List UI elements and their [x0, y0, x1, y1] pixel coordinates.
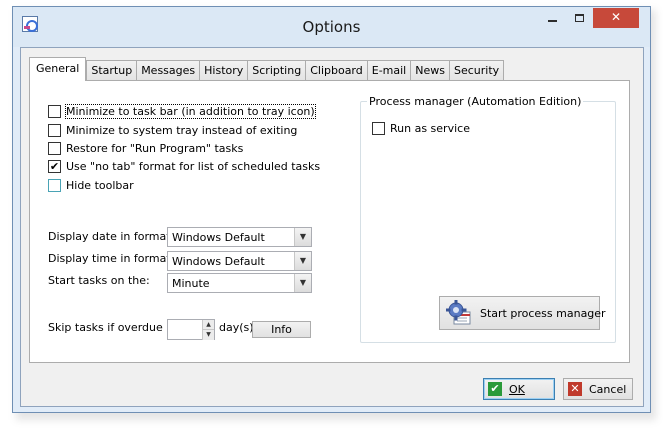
check-icon: ✔	[488, 382, 502, 396]
restore-run-program-option[interactable]: Restore for "Run Program" tasks	[48, 140, 243, 156]
ok-label: OK	[509, 383, 525, 396]
general-panel: Minimize to task bar (in addition to tra…	[29, 80, 630, 363]
date-format-value: Windows Default	[172, 231, 265, 244]
tab-email[interactable]: E-mail	[366, 60, 411, 81]
ok-button[interactable]: ✔ OK	[483, 378, 555, 400]
gear-icon	[446, 300, 471, 325]
start-tasks-select[interactable]: Minute ▼	[167, 273, 312, 293]
start-process-manager-button[interactable]: Start process manager	[439, 296, 606, 330]
options-window: Options ✕ General Startup Messages Histo…	[12, 6, 651, 413]
hide-toolbar-label: Hide toolbar	[66, 178, 134, 192]
process-manager-group: Process manager (Automation Edition) Run…	[360, 95, 616, 343]
tab-clipboard[interactable]: Clipboard	[305, 60, 367, 81]
tab-startup[interactable]: Startup	[86, 60, 137, 81]
hide-toolbar-checkbox[interactable]	[48, 178, 61, 192]
start-process-manager-label: Start process manager	[480, 307, 606, 320]
cancel-label: Cancel	[589, 383, 627, 396]
minimize-to-tray-label: Minimize to system tray instead of exiti…	[66, 123, 298, 137]
skip-overdue-unit: day(s)	[219, 321, 254, 334]
tab-history[interactable]: History	[199, 60, 248, 81]
maximize-icon	[575, 13, 584, 22]
no-tab-format-label: Use "no tab" format for list of schedule…	[66, 159, 321, 173]
dialog-client: General Startup Messages History Scripti…	[20, 47, 644, 407]
time-format-label: Display time in format:	[48, 252, 175, 265]
date-format-label: Display date in format:	[48, 230, 175, 243]
minimize-button[interactable]	[539, 8, 566, 28]
chevron-down-icon[interactable]: ▼	[294, 274, 311, 292]
time-format-value: Windows Default	[172, 255, 265, 268]
tab-security[interactable]: Security	[448, 60, 505, 81]
minimize-to-tray-option[interactable]: Minimize to system tray instead of exiti…	[48, 122, 297, 138]
run-as-service-checkbox[interactable]	[372, 121, 385, 135]
title-bar[interactable]: Options ✕	[13, 7, 650, 47]
info-button[interactable]: Info	[252, 321, 311, 338]
tab-messages[interactable]: Messages	[136, 60, 200, 81]
restore-run-program-label: Restore for "Run Program" tasks	[66, 141, 244, 155]
no-tab-format-checkbox[interactable]	[48, 159, 61, 173]
spin-up-icon[interactable]: ▲	[202, 320, 214, 330]
tab-scripting[interactable]: Scripting	[247, 60, 306, 81]
start-tasks-label: Start tasks on the:	[48, 274, 150, 287]
minimize-icon	[548, 19, 557, 22]
process-manager-group-title: Process manager (Automation Edition)	[367, 95, 584, 108]
no-tab-format-option[interactable]: Use "no tab" format for list of schedule…	[48, 158, 320, 174]
cancel-icon: ✕	[568, 382, 582, 396]
minimize-to-tray-checkbox[interactable]	[48, 123, 61, 137]
spin-down-icon[interactable]: ▼	[202, 330, 214, 340]
chevron-down-icon[interactable]: ▼	[294, 252, 311, 270]
skip-overdue-stepper[interactable]: ▲ ▼	[167, 319, 215, 340]
tab-general[interactable]: General	[29, 57, 87, 81]
chevron-down-icon[interactable]: ▼	[294, 228, 311, 246]
date-format-select[interactable]: Windows Default ▼	[167, 227, 312, 247]
minimize-to-taskbar-label: Minimize to task bar (in addition to tra…	[65, 103, 316, 119]
minimize-to-taskbar-checkbox[interactable]	[48, 104, 61, 118]
maximize-button[interactable]	[566, 8, 593, 28]
run-as-service-label: Run as service	[390, 121, 470, 135]
hide-toolbar-option[interactable]: Hide toolbar	[48, 177, 134, 193]
close-button[interactable]: ✕	[593, 8, 639, 28]
time-format-select[interactable]: Windows Default ▼	[167, 251, 312, 271]
run-as-service-option[interactable]: Run as service	[372, 120, 470, 136]
restore-run-program-checkbox[interactable]	[48, 141, 61, 155]
minimize-to-taskbar-option[interactable]: Minimize to task bar (in addition to tra…	[48, 103, 316, 119]
cancel-button[interactable]: ✕ Cancel	[563, 378, 633, 400]
tab-news[interactable]: News	[410, 60, 449, 81]
tab-strip: General Startup Messages History Scripti…	[29, 57, 505, 81]
skip-overdue-label: Skip tasks if overdue by	[48, 321, 180, 334]
start-tasks-value: Minute	[172, 277, 210, 290]
close-icon: ✕	[610, 10, 622, 24]
